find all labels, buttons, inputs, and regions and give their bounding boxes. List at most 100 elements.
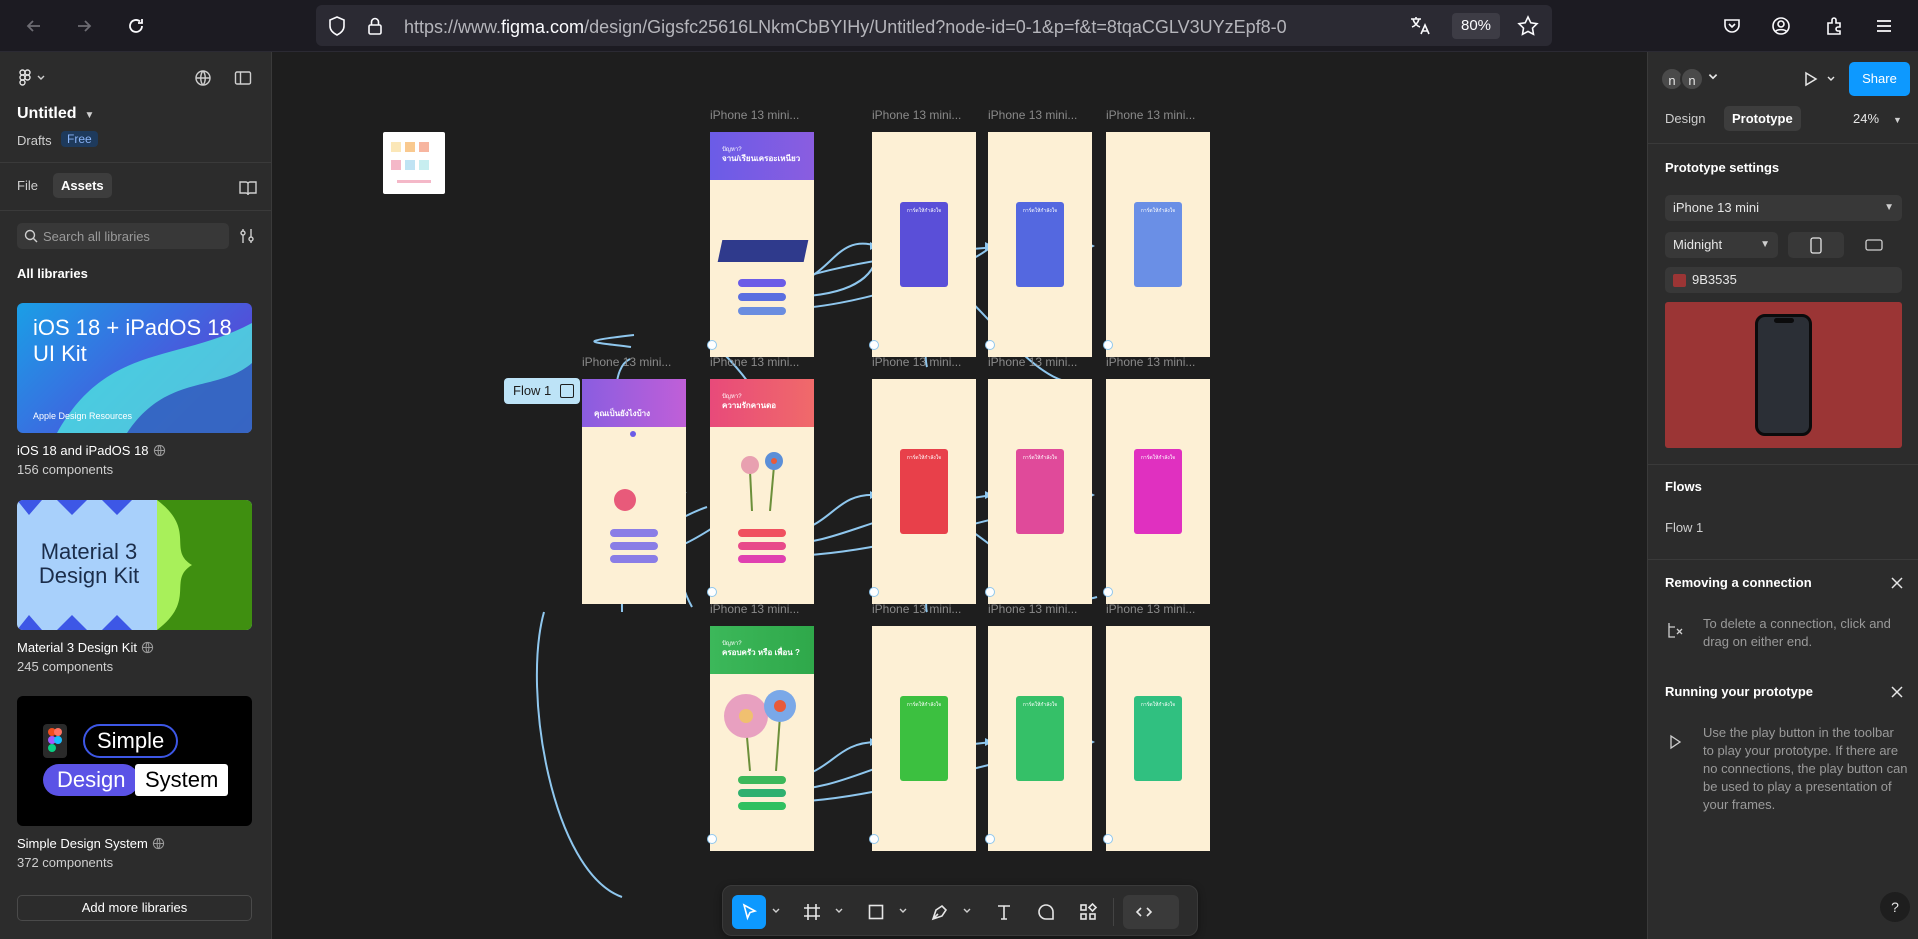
background-color-field[interactable]: 9B3535 — [1665, 267, 1902, 293]
help-button[interactable]: ? — [1880, 892, 1910, 922]
translate-icon[interactable] — [1408, 14, 1432, 38]
extensions-icon[interactable] — [1818, 10, 1850, 42]
choice-pill[interactable] — [738, 307, 786, 315]
connection-handle[interactable] — [1103, 834, 1113, 844]
reload-icon[interactable] — [120, 10, 152, 42]
frame-label[interactable]: iPhone 13 mini... — [710, 108, 820, 122]
frame-card[interactable]: การ์ดให้กำลังใจ — [872, 379, 976, 604]
tab-assets[interactable]: Assets — [53, 173, 112, 198]
flow-list-item[interactable]: Flow 1 — [1665, 520, 1703, 535]
tab-design[interactable]: Design — [1657, 106, 1713, 131]
library-card-material[interactable]: Material 3 Design Kit — [17, 500, 252, 630]
frame-card[interactable]: การ์ดให้กำลังใจ — [1106, 626, 1210, 851]
device-color-select[interactable]: Midnight ▼ — [1665, 232, 1778, 258]
file-name[interactable]: Untitled ▼ — [17, 105, 94, 123]
chevron-down-icon[interactable] — [898, 906, 908, 916]
search-input[interactable] — [43, 227, 223, 245]
frame-label[interactable]: iPhone 13 mini... — [710, 602, 820, 616]
flow-start-tag[interactable]: Flow 1 — [504, 378, 580, 404]
device-select[interactable]: iPhone 13 mini ▼ — [1665, 195, 1902, 221]
chevron-down-icon[interactable] — [771, 906, 781, 916]
tab-prototype[interactable]: Prototype — [1724, 106, 1801, 131]
filter-settings-icon[interactable] — [238, 227, 256, 245]
choice-pill[interactable] — [738, 802, 786, 810]
connection-handle[interactable] — [707, 834, 717, 844]
library-card-ios[interactable]: iOS 18 + iPadOS 18 UI Kit Apple Design R… — [17, 303, 252, 433]
frame-label[interactable]: iPhone 13 mini... — [872, 108, 982, 122]
frame-label[interactable]: iPhone 13 mini... — [988, 355, 1098, 369]
frame-label[interactable]: iPhone 13 mini... — [582, 355, 678, 369]
back-icon[interactable] — [18, 10, 50, 42]
frame-question-love[interactable]: ปัญหา? ความรักคานดอ — [710, 379, 814, 604]
text-tool-button[interactable] — [987, 895, 1021, 929]
library-search[interactable] — [17, 223, 229, 249]
frame-label[interactable]: iPhone 13 mini... — [1106, 108, 1216, 122]
connection-handle[interactable] — [1103, 587, 1113, 597]
dev-mode-toggle[interactable] — [1123, 895, 1179, 929]
choice-pill[interactable] — [738, 279, 786, 287]
play-icon[interactable] — [1801, 70, 1819, 88]
frame-card[interactable]: การ์ดให้กำลังใจ — [988, 379, 1092, 604]
choice-pill[interactable] — [610, 542, 658, 550]
plugins-icon[interactable] — [193, 68, 213, 88]
frame-card[interactable]: การ์ดให้กำลังใจ — [1106, 132, 1210, 357]
frame-label[interactable]: iPhone 13 mini... — [1106, 355, 1216, 369]
add-more-libraries-button[interactable]: Add more libraries — [17, 895, 252, 921]
frame-label[interactable]: iPhone 13 mini... — [872, 355, 982, 369]
frame-start[interactable]: คุณเป็นยังไงบ้าง — [582, 379, 686, 604]
frame-label[interactable]: iPhone 13 mini... — [872, 602, 982, 616]
flow-play-icon[interactable] — [560, 384, 574, 398]
choice-pill[interactable] — [738, 542, 786, 550]
choice-pill[interactable] — [738, 529, 786, 537]
zoom-level[interactable]: 24% ▼ — [1853, 111, 1902, 126]
components-tool-button[interactable] — [1071, 895, 1105, 929]
library-name[interactable]: iOS 18 and iPadOS 18 — [17, 443, 166, 458]
url-text[interactable]: https://www.figma.com/design/Gigsfc25616… — [404, 17, 1287, 38]
frame-card[interactable]: การ์ดให้กำลังใจ — [1106, 379, 1210, 604]
connection-handle[interactable] — [869, 834, 879, 844]
pocket-icon[interactable] — [1716, 10, 1748, 42]
zoom-indicator[interactable]: 80% — [1452, 13, 1500, 39]
frame-card[interactable]: การ์ดให้กำลังใจ — [988, 626, 1092, 851]
library-card-simple[interactable]: Simple Design System — [17, 696, 252, 826]
frame-question-work[interactable]: ปัญหา? จาน/เรียนเครอะเหนียว — [710, 132, 814, 357]
bookmark-star-icon[interactable] — [1516, 14, 1540, 38]
landscape-orientation-button[interactable] — [1846, 232, 1902, 258]
connection-handle[interactable] — [985, 587, 995, 597]
choice-pill[interactable] — [738, 776, 786, 784]
comment-tool-button[interactable] — [1029, 895, 1063, 929]
chevron-down-icon[interactable] — [1707, 71, 1719, 83]
choice-pill[interactable] — [738, 293, 786, 301]
library-name[interactable]: Material 3 Design Kit — [17, 640, 154, 655]
move-tool-button[interactable] — [732, 895, 766, 929]
color-swatch[interactable] — [1673, 274, 1686, 287]
close-icon[interactable] — [1890, 685, 1904, 699]
url-bar[interactable]: https://www.figma.com/design/Gigsfc25616… — [316, 5, 1552, 46]
chevron-down-icon[interactable] — [1826, 74, 1836, 84]
library-book-icon[interactable] — [238, 178, 258, 198]
connection-handle[interactable] — [985, 340, 995, 350]
pen-tool-button[interactable] — [923, 895, 957, 929]
chevron-down-icon[interactable] — [834, 906, 844, 916]
frame-tool-button[interactable] — [795, 895, 829, 929]
frame-label[interactable]: iPhone 13 mini... — [1106, 602, 1216, 616]
connection-handle[interactable] — [707, 587, 717, 597]
portrait-orientation-button[interactable] — [1788, 232, 1844, 258]
frame-label[interactable]: iPhone 13 mini... — [710, 355, 820, 369]
choice-pill[interactable] — [610, 529, 658, 537]
design-canvas[interactable]: Flow 1 iPhone 13 mini... iPhone 13 mini.… — [272, 52, 1647, 939]
chevron-down-icon[interactable] — [962, 906, 972, 916]
frame-question-family[interactable]: ปัญหา? ครอบครัว หรือ เพื่อน ? — [710, 626, 814, 851]
connection-handle[interactable] — [869, 340, 879, 350]
connection-handle[interactable] — [707, 340, 717, 350]
choice-pill[interactable] — [738, 555, 786, 563]
shield-icon[interactable] — [326, 15, 348, 37]
color-hex-value[interactable]: 9B3535 — [1692, 272, 1737, 287]
shape-tool-button[interactable] — [859, 895, 893, 929]
choice-pill[interactable] — [610, 555, 658, 563]
frame-card[interactable]: การ์ดให้กำลังใจ — [872, 626, 976, 851]
avatar[interactable]: n — [1680, 67, 1704, 91]
connection-handle[interactable] — [869, 587, 879, 597]
library-name[interactable]: Simple Design System — [17, 836, 165, 851]
close-icon[interactable] — [1890, 576, 1904, 590]
